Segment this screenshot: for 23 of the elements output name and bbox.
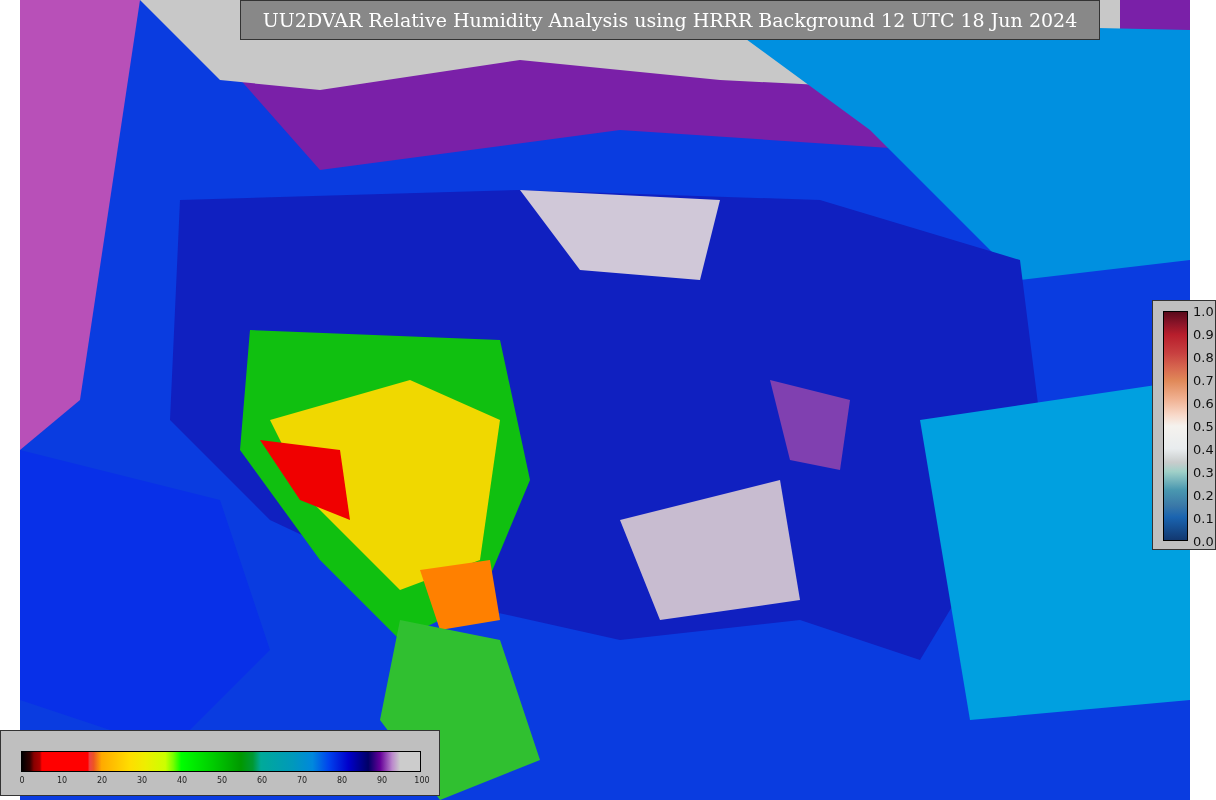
map-title: UU2DVAR Relative Humidity Analysis using HRRR Background 12 UTC 18 Jun 2024: [240, 0, 1100, 40]
tick-label: 30: [136, 775, 148, 787]
tick-label: 70: [296, 775, 308, 787]
tick-label: 0.9: [1193, 326, 1214, 345]
tick-label: 40: [176, 775, 188, 787]
tick-label: 0.5: [1193, 418, 1214, 437]
tick-label: 20: [96, 775, 108, 787]
tick-label: 60: [256, 775, 268, 787]
tick-label: 0.1: [1193, 510, 1214, 529]
tick-label: 50: [216, 775, 228, 787]
tick-label: 0.2: [1193, 487, 1214, 506]
tick-label: 90: [376, 775, 388, 787]
tick-label: 10: [56, 775, 68, 787]
tick-label: 100: [414, 775, 430, 787]
tick-label: 80: [336, 775, 348, 787]
tick-label: 0.3: [1193, 464, 1214, 483]
tick-label: 0: [19, 775, 25, 787]
tick-label: 0.8: [1193, 349, 1214, 368]
tick-label: 0.7: [1193, 372, 1214, 391]
tick-label: 0.6: [1193, 395, 1214, 414]
tick-label: 0.4: [1193, 441, 1214, 460]
tick-label: 0.0: [1193, 533, 1214, 552]
tick-label: 1.0: [1193, 303, 1214, 322]
